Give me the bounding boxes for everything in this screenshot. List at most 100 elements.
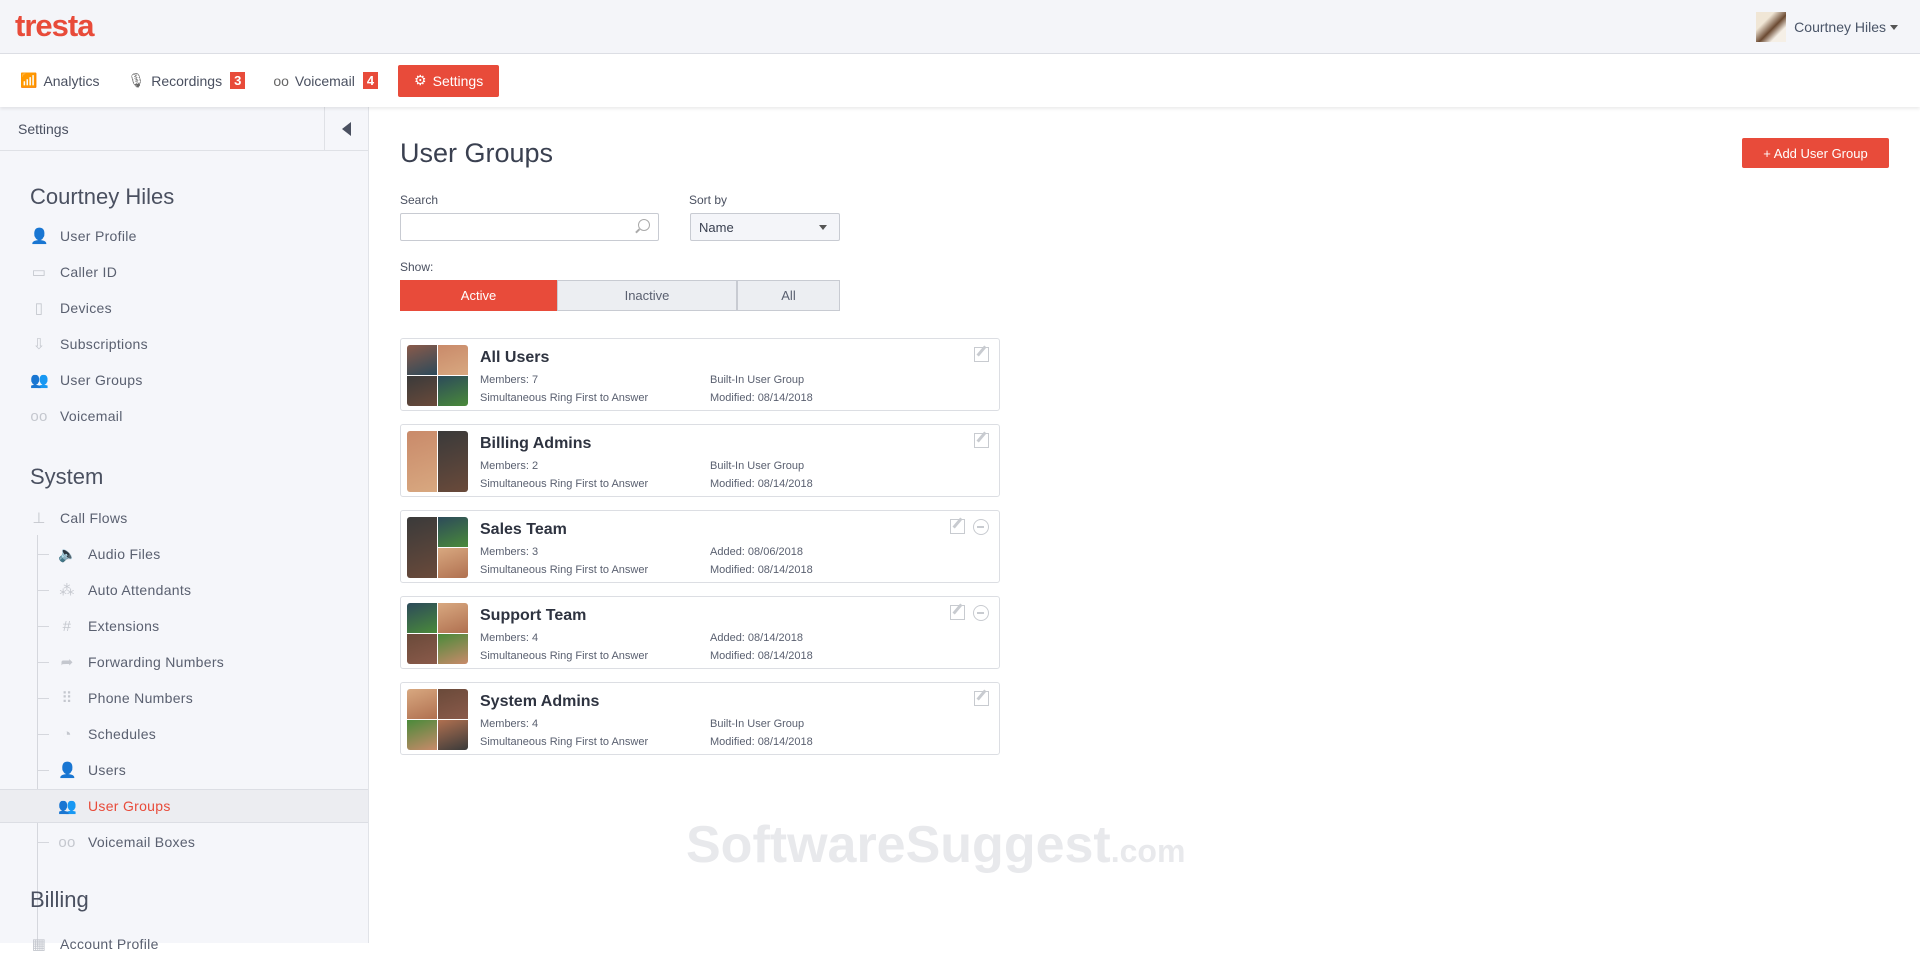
page-title: User Groups xyxy=(400,138,554,168)
member-photo xyxy=(407,720,437,750)
item-label: Caller ID xyxy=(60,264,118,280)
member-photo xyxy=(438,345,468,375)
sidebar-item-subscriptions[interactable]: ⇩ Subscriptions xyxy=(0,327,368,361)
member-avatars xyxy=(407,689,468,750)
sidebar-item-voicemail-boxes[interactable]: oo Voicemail Boxes xyxy=(0,825,368,859)
member-photo xyxy=(407,689,437,719)
member-photo xyxy=(438,517,468,547)
user-group-card[interactable]: All Users Members: 7 Simultaneous Ring F… xyxy=(400,338,1000,411)
item-icon: 👤 xyxy=(30,228,49,245)
nav-label: Analytics xyxy=(43,72,100,89)
remove-icon[interactable] xyxy=(973,605,989,621)
group-members: Members: 3 xyxy=(480,546,539,558)
group-info: Added: 08/14/2018 xyxy=(710,632,803,644)
group-info: Built-In User Group xyxy=(710,374,805,386)
user-menu[interactable]: Courtney Hiles xyxy=(1756,12,1898,42)
filter-active[interactable]: Active xyxy=(400,280,557,311)
search-input[interactable] xyxy=(400,213,659,241)
voicemail-badge: 4 xyxy=(362,72,379,89)
edit-icon[interactable] xyxy=(974,347,989,362)
nav-settings[interactable]: ⚙ Settings xyxy=(398,64,500,97)
sidebar-item-users[interactable]: 👤 Users xyxy=(0,753,368,787)
show-filter: Active Inactive All xyxy=(400,280,840,311)
tresta-logo[interactable]: tresta xyxy=(15,8,94,44)
filter-inactive[interactable]: Inactive xyxy=(557,280,737,311)
member-avatars xyxy=(407,603,468,664)
analytics-icon: 📶 xyxy=(20,72,38,88)
user-group-card[interactable]: Support Team Members: 4 Simultaneous Rin… xyxy=(400,596,1000,669)
nav-recordings[interactable]: 🎙 Recordings 3 xyxy=(127,65,246,97)
edit-icon[interactable] xyxy=(974,433,989,448)
member-photo xyxy=(438,603,468,633)
sidebar-item-account-profile[interactable]: ▦ Account Profile xyxy=(0,927,368,961)
search-label: Search xyxy=(400,193,439,207)
remove-icon[interactable] xyxy=(973,519,989,535)
member-photo xyxy=(407,517,437,578)
group-info: Added: 08/06/2018 xyxy=(710,546,803,558)
group-members: Members: 7 xyxy=(480,374,539,386)
item-icon: ➦ xyxy=(60,654,74,671)
user-group-card[interactable]: Sales Team Members: 3 Simultaneous Ring … xyxy=(400,510,1000,583)
item-label: Phone Numbers xyxy=(88,690,194,706)
item-icon: oo xyxy=(30,407,48,425)
add-user-group-button[interactable]: + Add User Group xyxy=(1742,138,1889,168)
sidebar-item-call-flows[interactable]: ⊥ Call Flows xyxy=(0,501,368,535)
search-icon xyxy=(638,219,650,231)
group-name[interactable]: System Admins xyxy=(480,693,599,711)
building-icon: ▦ xyxy=(31,936,47,953)
item-icon: ◔ xyxy=(62,725,72,743)
edit-icon[interactable] xyxy=(950,605,965,620)
nav-voicemail[interactable]: oo Voicemail 4 xyxy=(273,65,379,97)
collapse-sidebar-button[interactable] xyxy=(324,107,368,150)
edit-icon[interactable] xyxy=(974,691,989,706)
sidebar-item-user-profile[interactable]: 👤 User Profile xyxy=(0,219,368,253)
group-modified: Modified: 08/14/2018 xyxy=(710,650,813,662)
sidebar-item-schedules[interactable]: ◔ Schedules xyxy=(0,717,368,751)
sidebar-item-caller-id[interactable]: ▭ Caller ID xyxy=(0,255,368,289)
sidebar-item-auto-attendants[interactable]: ⁂ Auto Attendants xyxy=(0,573,368,607)
item-label: Schedules xyxy=(88,726,157,742)
user-group-card[interactable]: System Admins Members: 4 Simultaneous Ri… xyxy=(400,682,1000,755)
member-avatars xyxy=(407,517,468,578)
filter-all[interactable]: All xyxy=(737,280,840,311)
sidebar-item-voicemail[interactable]: oo Voicemail xyxy=(0,399,368,433)
group-name[interactable]: Billing Admins xyxy=(480,435,591,453)
section-user: Courtney Hiles xyxy=(30,184,175,209)
sidebar-item-forwarding-numbers[interactable]: ➦ Forwarding Numbers xyxy=(0,645,368,679)
member-avatars xyxy=(407,431,468,492)
sidebar-item-audio-files[interactable]: 🔈 Audio Files xyxy=(0,537,368,571)
sitemap-icon: ⊥ xyxy=(32,510,46,527)
sidebar-item-user-groups[interactable]: 👥 User Groups xyxy=(0,789,368,823)
top-bar: tresta Courtney Hiles xyxy=(0,0,1920,54)
sort-select[interactable]: Name xyxy=(690,213,840,241)
group-name[interactable]: All Users xyxy=(480,349,549,367)
nav-analytics[interactable]: 📶 Analytics xyxy=(20,65,99,97)
member-photo xyxy=(407,634,437,664)
group-name[interactable]: Sales Team xyxy=(480,521,567,539)
nav-label: Voicemail xyxy=(294,72,355,89)
member-photo xyxy=(438,720,468,750)
recordings-badge: 3 xyxy=(230,72,246,89)
group-name[interactable]: Support Team xyxy=(480,607,586,625)
sidebar-item-phone-numbers[interactable]: ⠿ Phone Numbers xyxy=(0,681,368,715)
sidebar-item-extensions[interactable]: # Extensions xyxy=(0,609,368,643)
item-label: Subscriptions xyxy=(60,336,148,352)
sidebar-item-user-groups[interactable]: 👥 User Groups xyxy=(0,363,368,397)
chevron-down-icon xyxy=(1890,24,1898,30)
item-label: Forwarding Numbers xyxy=(88,654,225,670)
user-group-card[interactable]: Billing Admins Members: 2 Simultaneous R… xyxy=(400,424,1000,497)
item-icon: 👥 xyxy=(58,798,77,815)
member-photo xyxy=(407,603,437,633)
edit-icon[interactable] xyxy=(950,519,965,534)
section-system: System xyxy=(30,464,104,489)
item-icon: 👤 xyxy=(58,762,77,779)
member-photo xyxy=(438,548,468,578)
group-ring-strategy: Simultaneous Ring First to Answer xyxy=(480,478,649,490)
nav-label: Recordings xyxy=(151,72,223,89)
user-name: Courtney Hiles xyxy=(1794,19,1886,35)
chevron-left-icon xyxy=(342,121,351,136)
item-icon: 👥 xyxy=(30,372,49,389)
sidebar-item-devices[interactable]: ▯ Devices xyxy=(0,291,368,325)
item-label: User Groups xyxy=(60,372,143,388)
group-members: Members: 4 xyxy=(480,718,539,730)
